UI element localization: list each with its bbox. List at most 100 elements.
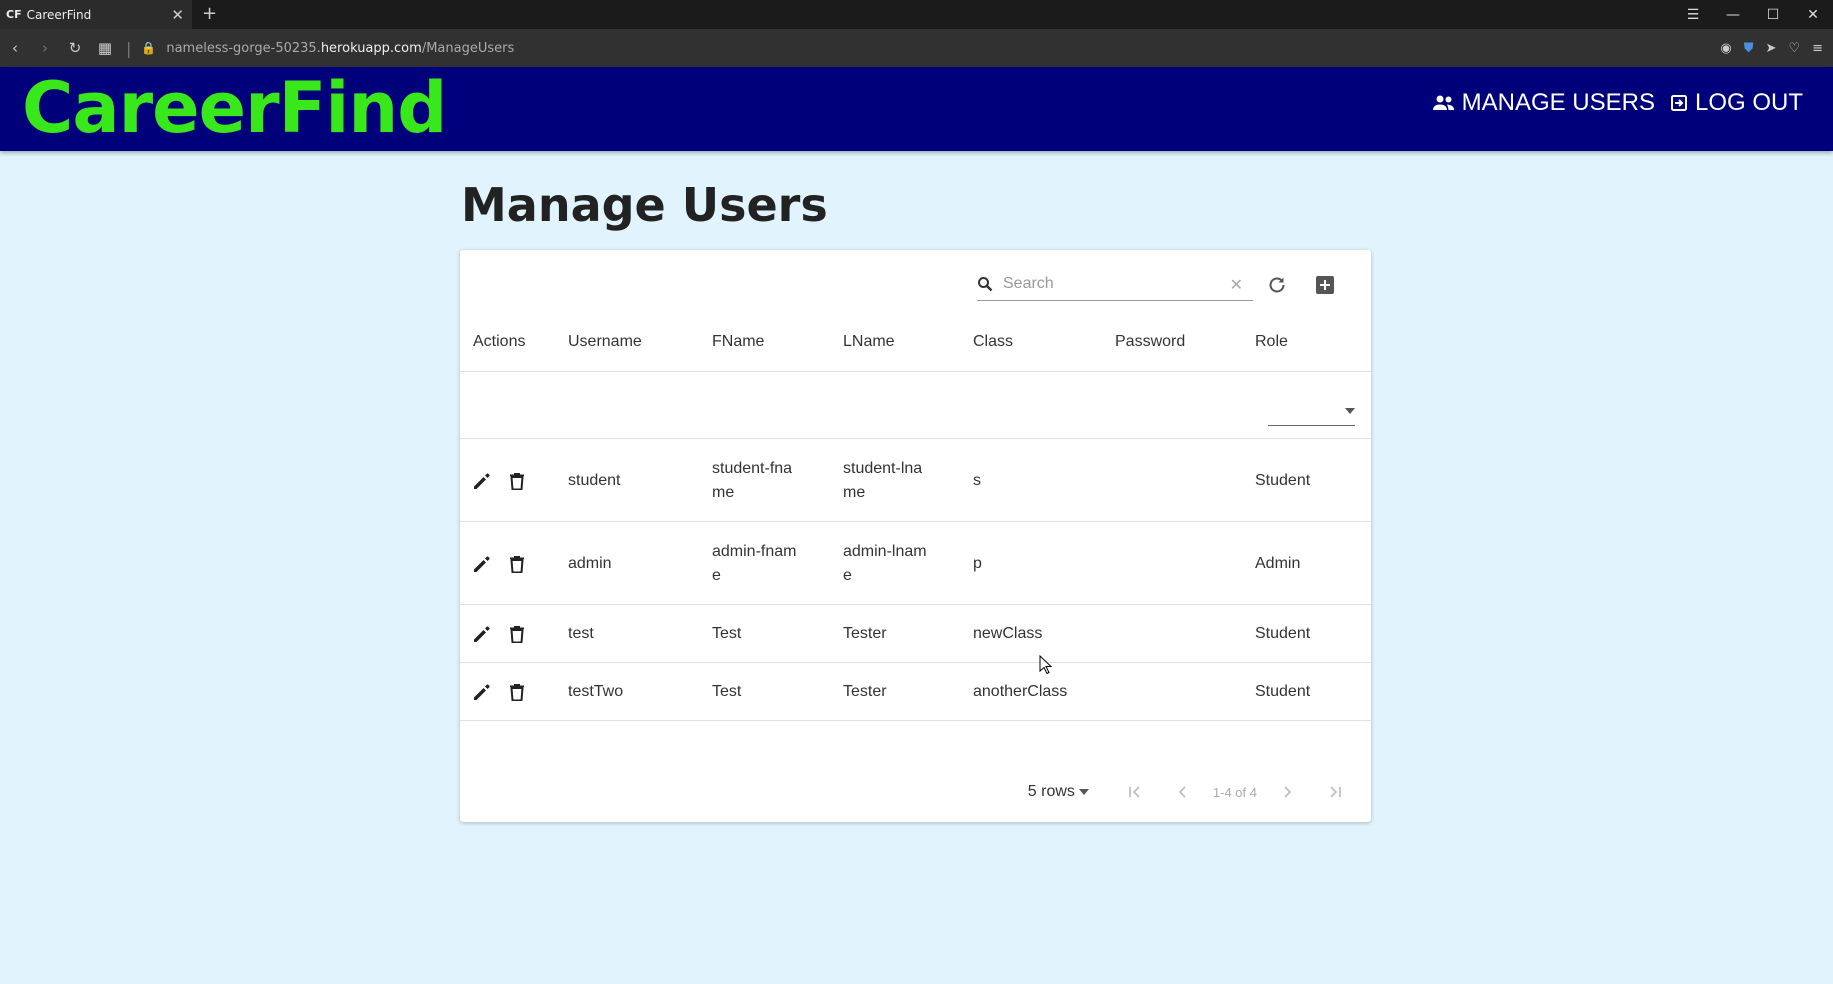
trash-icon xyxy=(510,684,524,701)
last-page-icon xyxy=(1330,786,1341,798)
url-field[interactable]: nameless-gorge-50235.herokuapp.com/Manag… xyxy=(166,41,514,56)
minimize-icon[interactable]: — xyxy=(1713,7,1753,23)
cell-username: admin xyxy=(568,554,612,572)
maximize-icon[interactable]: ☐ xyxy=(1753,7,1793,23)
address-bar-tools: ◉ ⛊ ➤ ♡ ≡ xyxy=(1720,29,1823,67)
refresh-button[interactable] xyxy=(1253,276,1301,294)
cell-fname: student-fname xyxy=(712,459,793,501)
url-path: /ManageUsers xyxy=(421,40,515,56)
page-range: 1-4 of 4 xyxy=(1212,784,1257,800)
cell-fname: Test xyxy=(712,683,742,700)
chevron-right-icon xyxy=(1284,786,1292,798)
cell-username: test xyxy=(568,625,594,642)
delete-button[interactable] xyxy=(509,555,525,573)
table-row: testTwo Test Tester anotherClass Student xyxy=(460,664,1371,721)
table-row: test Test Tester newClass Student xyxy=(460,606,1371,663)
browser-tab-bar: CF CareerFind ✕ + ☰ — ☐ ✕ xyxy=(0,0,1833,29)
trash-icon xyxy=(510,626,524,643)
search-icon xyxy=(978,277,993,292)
cell-class: newClass xyxy=(973,625,1043,642)
dropdown-arrow-icon xyxy=(1345,408,1355,414)
heart-icon[interactable]: ♡ xyxy=(1788,41,1800,56)
cell-class: p xyxy=(973,554,982,572)
col-fname[interactable]: FName xyxy=(712,330,843,354)
address-separator: | xyxy=(126,38,132,58)
table-row: student student-fname student-lname s St… xyxy=(460,440,1371,522)
search-input[interactable] xyxy=(1001,274,1230,294)
table-toolbar: ✕ xyxy=(977,268,1349,301)
edit-button[interactable] xyxy=(473,555,491,573)
delete-button[interactable] xyxy=(509,472,525,490)
reload-icon[interactable]: ↻ xyxy=(60,39,90,57)
table-row: admin admin-fname admin-lname p Admin xyxy=(460,523,1371,605)
new-tab-icon[interactable]: + xyxy=(202,3,217,24)
browser-tab[interactable]: CF CareerFind ✕ xyxy=(0,0,192,29)
col-role[interactable]: Role xyxy=(1255,330,1371,354)
shield-icon[interactable]: ⛊ xyxy=(1744,41,1754,56)
refresh-icon xyxy=(1269,276,1285,292)
dropdown-arrow-icon xyxy=(1078,789,1089,795)
forward-icon[interactable]: › xyxy=(30,39,60,57)
cell-role: Student xyxy=(1255,683,1311,700)
lock-icon[interactable]: 🔒 xyxy=(141,41,156,55)
col-class[interactable]: Class xyxy=(973,330,1115,354)
cell-class: anotherClass xyxy=(973,683,1068,700)
previous-page-button[interactable] xyxy=(1159,785,1207,799)
site-header: CareerFind MANAGE USERS LOG OUT xyxy=(0,67,1833,151)
add-user-button[interactable] xyxy=(1301,275,1349,294)
tab-menu-icon[interactable]: ☰ xyxy=(1673,7,1713,23)
back-icon[interactable]: ‹ xyxy=(0,39,30,57)
window-close-icon[interactable]: ✕ xyxy=(1793,7,1833,23)
row-actions xyxy=(460,683,568,701)
people-icon xyxy=(1432,95,1454,110)
url-prefix: nameless-gorge-50235. xyxy=(166,40,321,56)
col-lname[interactable]: LName xyxy=(843,330,973,354)
rows-per-page-select[interactable]: 5 rows xyxy=(1028,783,1089,801)
cell-lname: student-lname xyxy=(843,459,923,501)
last-page-button[interactable] xyxy=(1311,785,1359,799)
cell-lname: Tester xyxy=(843,625,887,642)
address-bar: ‹ › ↻ ▦ | 🔒 nameless-gorge-50235.herokua… xyxy=(0,29,1833,67)
pencil-icon xyxy=(474,472,490,489)
log-out-link[interactable]: LOG OUT xyxy=(1669,89,1803,117)
cell-username: student xyxy=(568,471,621,489)
brand-logo[interactable]: CareerFind xyxy=(22,69,447,147)
add-box-icon xyxy=(1316,275,1334,294)
col-username[interactable]: Username xyxy=(568,330,712,354)
next-page-button[interactable] xyxy=(1263,785,1311,799)
chevron-left-icon xyxy=(1178,786,1186,798)
page-title: Manage Users xyxy=(461,178,828,232)
tab-title: CareerFind xyxy=(26,7,92,22)
camera-icon[interactable]: ◉ xyxy=(1720,41,1731,56)
search-box: ✕ xyxy=(977,268,1253,301)
close-tab-icon[interactable]: ✕ xyxy=(171,6,184,24)
trash-icon xyxy=(510,555,524,573)
delete-button[interactable] xyxy=(509,625,525,643)
url-domain: herokuapp.com xyxy=(320,40,422,56)
edit-button[interactable] xyxy=(473,472,491,490)
send-icon[interactable]: ➤ xyxy=(1766,41,1777,56)
cell-fname: admin-fname xyxy=(712,542,797,584)
log-out-label: LOG OUT xyxy=(1694,89,1803,116)
row-actions xyxy=(460,555,568,573)
pencil-icon xyxy=(474,555,490,572)
table-header: Actions Username FName LName Class Passw… xyxy=(460,312,1371,372)
manage-users-label: MANAGE USERS xyxy=(1461,89,1655,116)
pencil-icon xyxy=(474,684,490,700)
clear-search-icon[interactable]: ✕ xyxy=(1230,275,1243,294)
cell-lname: Tester xyxy=(843,683,887,700)
role-filter-select[interactable] xyxy=(1268,397,1355,426)
edit-button[interactable] xyxy=(473,683,491,701)
row-actions xyxy=(460,625,568,643)
rows-per-page-label: 5 rows xyxy=(1027,783,1075,800)
col-password[interactable]: Password xyxy=(1115,330,1255,354)
cell-username: testTwo xyxy=(568,683,624,700)
window-controls: ☰ — ☐ ✕ xyxy=(1673,0,1833,29)
manage-users-link[interactable]: MANAGE USERS xyxy=(1432,89,1655,117)
edit-button[interactable] xyxy=(473,625,491,643)
speed-dial-icon[interactable]: ▦ xyxy=(90,39,120,57)
delete-button[interactable] xyxy=(509,683,525,701)
easy-setup-icon[interactable]: ≡ xyxy=(1812,41,1823,56)
first-page-button[interactable] xyxy=(1111,785,1159,799)
cell-role: Admin xyxy=(1255,554,1301,572)
